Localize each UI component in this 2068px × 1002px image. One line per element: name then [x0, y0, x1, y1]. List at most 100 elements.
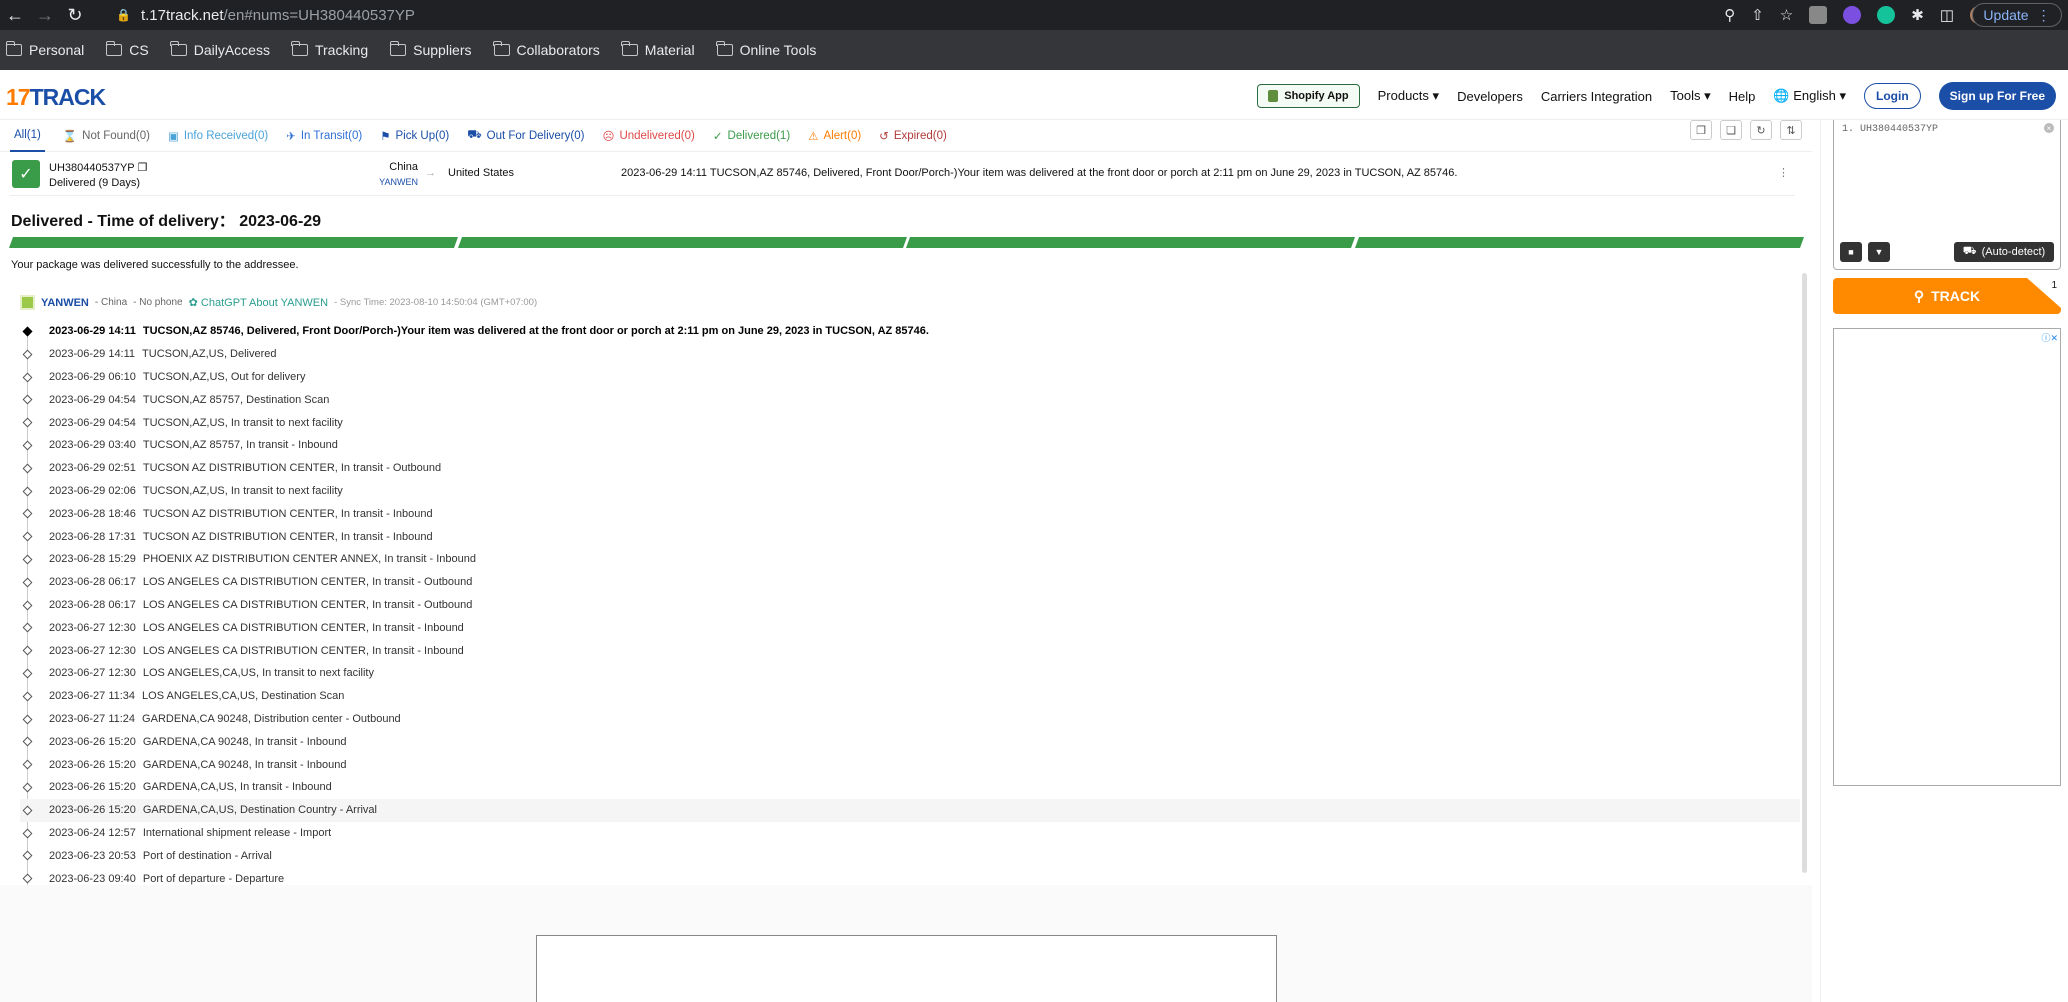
carrier-country: - China — [94, 297, 128, 308]
event-description: LOS ANGELES,CA,US, In transit to next fa… — [142, 667, 374, 680]
event-time: 2023-06-29 06:10 — [49, 370, 136, 383]
event-time: 2023-06-29 14:11 — [49, 325, 136, 338]
carrier-autodetect-button[interactable]: ⛟ (Auto-detect) — [1954, 242, 2054, 262]
copy-icon[interactable]: ❐ — [1690, 120, 1712, 140]
delivered-check-icon: ✓ — [12, 160, 40, 188]
clear-icon[interactable]: × — [2044, 123, 2054, 133]
update-button[interactable]: Update ⋮ — [1972, 3, 2062, 27]
site-header: 17TRACK Shopify App Products ▾ Developer… — [0, 70, 2068, 120]
tab-out-for-delivery[interactable]: ⛟ Out For Delivery(0) — [467, 128, 584, 143]
shopify-app-button[interactable]: Shopify App — [1257, 84, 1360, 108]
puzzle-icon[interactable]: ✱ — [1911, 6, 1924, 24]
event-time: 2023-06-28 18:46 — [49, 507, 136, 520]
nav-carriers-integration[interactable]: Carriers Integration — [1541, 89, 1652, 104]
nav-developers[interactable]: Developers — [1457, 89, 1523, 104]
timeline-event: 2023-06-29 14:11 TUCSON,AZ 85746, Deliver… — [20, 320, 1800, 343]
login-button[interactable]: Login — [1864, 83, 1921, 109]
timeline-dot-icon — [22, 714, 33, 724]
bookmark-online-tools[interactable]: Online Tools — [716, 41, 816, 58]
bookmark-cs[interactable]: CS — [105, 41, 149, 58]
scrollbar[interactable] — [1802, 273, 1807, 873]
timeline-dot-icon — [22, 554, 33, 565]
origin-carrier[interactable]: YANWEN — [368, 177, 418, 187]
latest-event: 2023-06-29 14:11 TUCSON,AZ 85746, Delive… — [621, 167, 1458, 179]
timeline-dot-icon — [22, 372, 33, 383]
address-bar[interactable]: 🔒 t.17track.net/en#nums=UH380440537YP — [110, 3, 1670, 27]
event-description: TUCSON,AZ,US, Out for delivery — [142, 370, 306, 383]
filter-icon[interactable]: ▼ — [1868, 242, 1890, 262]
timeline-dot-icon — [22, 668, 33, 679]
extension-feather-icon[interactable] — [1843, 6, 1862, 24]
tab-not-found[interactable]: ⌛ Not Found(0) — [63, 129, 150, 143]
shopify-bag-icon — [1268, 90, 1279, 102]
event-time: 2023-06-29 03:40 — [49, 439, 136, 452]
copy-icon[interactable]: ❐ — [137, 162, 147, 174]
bookmark-suppliers[interactable]: Suppliers — [389, 41, 472, 58]
tab-undelivered[interactable]: ☹ Undelivered(0) — [602, 129, 694, 143]
progress-segment — [905, 237, 1355, 248]
timeline-dot-icon — [22, 873, 33, 884]
tracking-number: UH380440537YP ❐ — [49, 161, 147, 174]
share-icon[interactable]: ⇧ — [1751, 6, 1764, 24]
tab-all[interactable]: All(1) — [10, 120, 45, 152]
tab-in-transit[interactable]: ✈ In Transit(0) — [286, 129, 362, 143]
folder-icon — [105, 41, 123, 56]
grammarly-icon[interactable] — [1877, 6, 1896, 24]
tab-expired[interactable]: ↺ Expired(0) — [879, 129, 947, 143]
track-button[interactable]: ⚲ TRACK 1 — [1833, 278, 2061, 314]
bookmark-personal[interactable]: Personal — [5, 41, 84, 58]
event-description: TUCSON,AZ,US, In transit to next facilit… — [142, 484, 343, 497]
nav-products[interactable]: Products ▾ — [1378, 88, 1439, 104]
timeline-dot-icon — [22, 691, 33, 702]
tab-alert[interactable]: ⚠ Alert(0) — [808, 129, 861, 143]
carrier-info: YANWEN - China - No phone ✿ ChatGPT Abou… — [20, 295, 537, 310]
tab-pick-up[interactable]: ⚑ Pick Up(0) — [380, 129, 449, 143]
copy-all-icon[interactable]: ❏ — [1720, 120, 1742, 140]
clock-icon: ↺ — [879, 130, 889, 143]
timeline-event: 2023-06-26 15:20 GARDENA,CA 90248, In tra… — [20, 753, 1800, 776]
nav-help[interactable]: Help — [1729, 89, 1756, 104]
forward-icon[interactable]: → — [30, 0, 60, 30]
refresh-icon[interactable]: ↻ — [1750, 120, 1772, 140]
ad-choices-icon[interactable]: ⓘ✕ — [2041, 331, 2058, 344]
status-filter-tabs: All(1) ⌛ Not Found(0) ▣ Info Received(0) ✈… — [0, 120, 1812, 152]
expand-icon[interactable]: ⋮ — [1778, 166, 1789, 179]
tab-delivered[interactable]: ✓ Delivered(1) — [713, 129, 790, 143]
collapse-icon[interactable]: ⇅ — [1780, 120, 1802, 140]
kebab-icon: ⋮ — [2036, 6, 2051, 23]
event-time: 2023-06-29 04:54 — [49, 416, 136, 429]
tab-label: Delivered(1) — [727, 129, 791, 142]
timeline-dot-icon — [22, 577, 33, 588]
timeline-dot-icon — [22, 531, 33, 542]
bookmark-collaborators[interactable]: Collaborators — [493, 41, 600, 58]
tab-info-received[interactable]: ▣ Info Received(0) — [168, 129, 268, 143]
event-time: 2023-06-28 15:29 — [49, 553, 136, 566]
language-selector[interactable]: 🌐 English ▾ — [1773, 88, 1846, 104]
bookmark-star-icon[interactable]: ☆ — [1780, 6, 1793, 24]
delivery-status-title: Delivered - Time of delivery： 2023-06-29 — [11, 213, 322, 230]
sidepanel-icon[interactable]: ◫ — [1940, 6, 1954, 24]
bookmark-material[interactable]: Material — [621, 41, 695, 58]
folder-icon — [493, 41, 510, 56]
timeline-event: 2023-06-27 12:30 LOS ANGELES CA DISTRIBUT… — [20, 639, 1800, 662]
signup-button[interactable]: Sign up For Free — [1938, 82, 2056, 110]
delete-icon[interactable]: ■ — [1840, 242, 1862, 262]
tracking-number-input[interactable]: 1. UH380440537YP × ■ ▼ ⛟ (Auto-detect) — [1833, 120, 2061, 270]
nav-tools[interactable]: Tools ▾ — [1670, 88, 1711, 104]
zoom-icon[interactable]: ⚲ — [1724, 6, 1735, 24]
carrier-name[interactable]: YANWEN — [41, 297, 89, 309]
event-description: LOS ANGELES CA DISTRIBUTION CENTER, In t… — [142, 621, 464, 634]
reload-icon[interactable]: ↻ — [60, 0, 90, 30]
event-description: Port of destination - Arrival — [142, 849, 272, 862]
chatgpt-link[interactable]: ✿ ChatGPT About YANWEN — [189, 296, 328, 309]
bookmark-tracking[interactable]: Tracking — [291, 41, 368, 58]
bookmark-dailyaccess[interactable]: DailyAccess — [170, 41, 270, 58]
logo[interactable]: 17TRACK — [6, 84, 106, 111]
track-count-badge: 1 — [2027, 278, 2061, 308]
tab-label: All(1) — [14, 128, 41, 141]
back-icon[interactable]: ← — [0, 0, 30, 30]
shipment-summary-row[interactable]: ✓ UH380440537YP ❐ Delivered (9 Days) Chi… — [10, 156, 1795, 196]
main-nav: Shopify App Products ▾ Developers Carrie… — [1257, 82, 2056, 110]
track-sidebar: 1. UH380440537YP × ■ ▼ ⛟ (Auto-detect) ⚲ … — [1820, 120, 2068, 1002]
extension-icon[interactable] — [1809, 6, 1828, 24]
